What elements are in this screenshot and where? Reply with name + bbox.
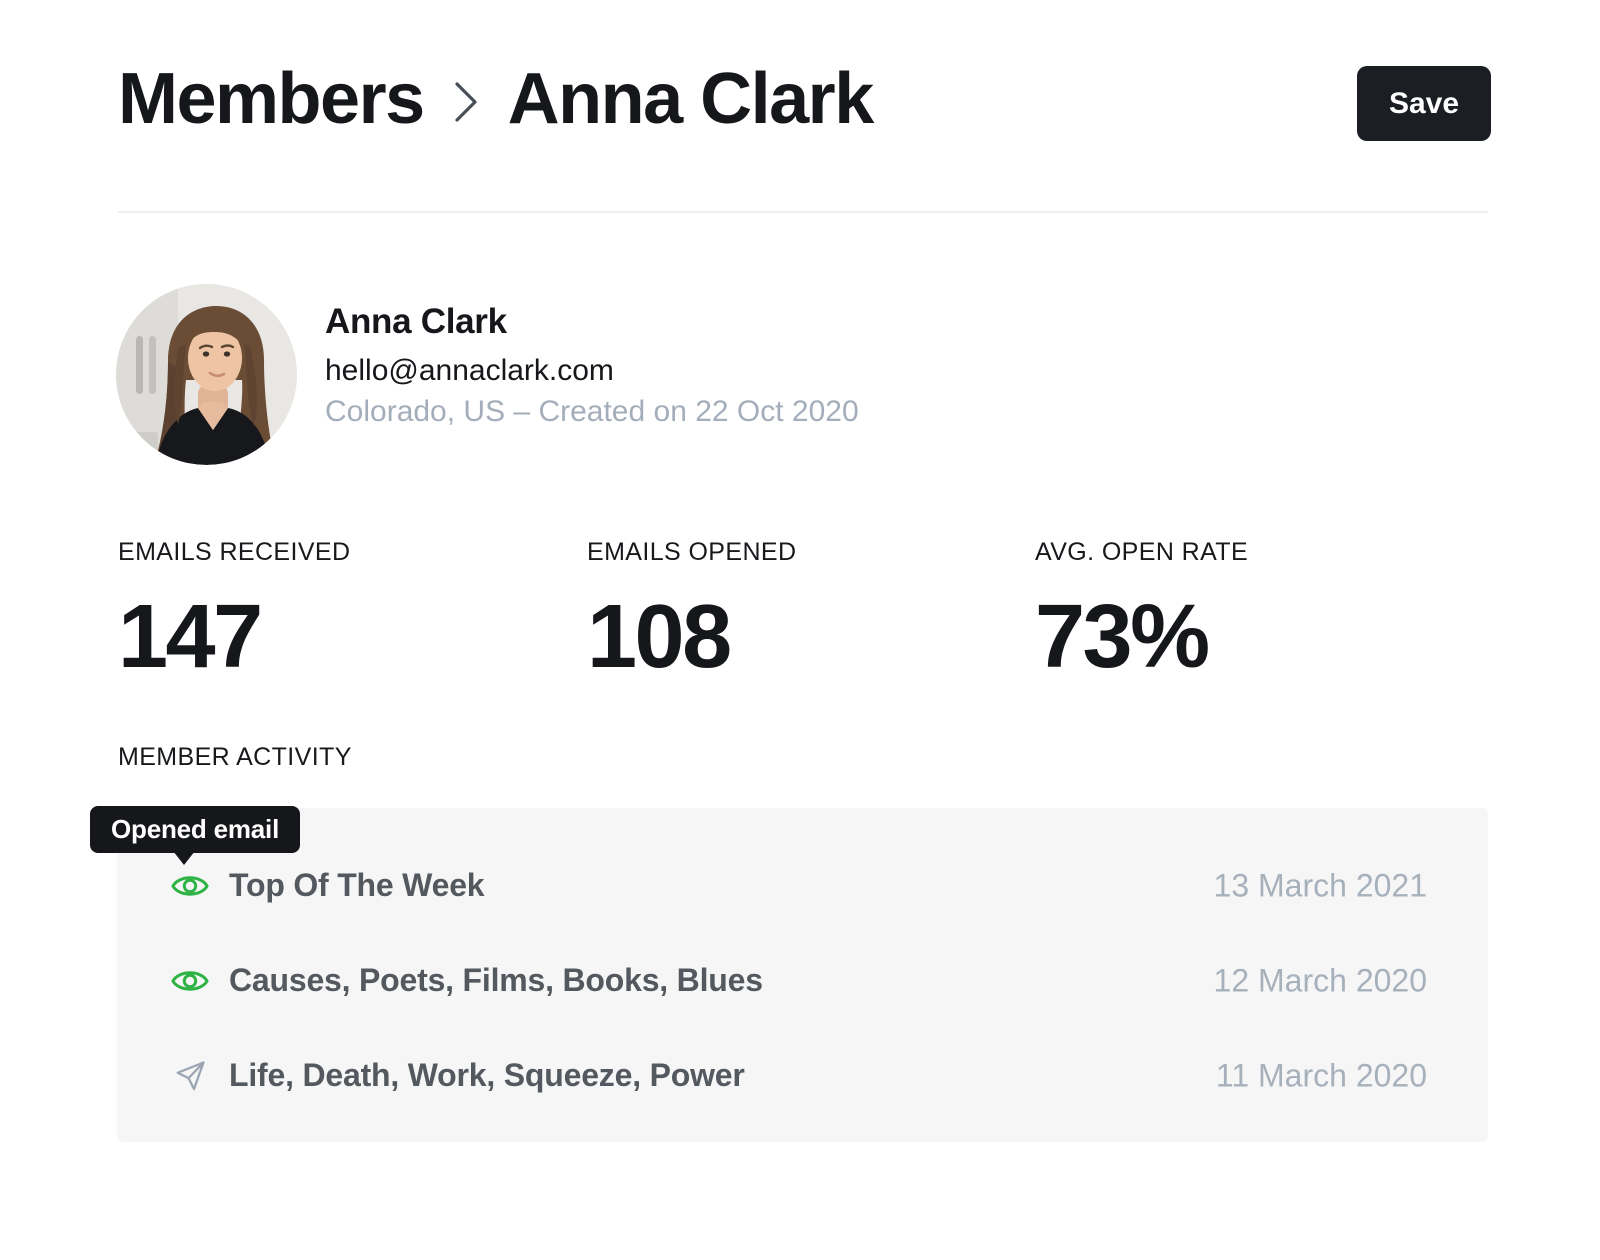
activity-title: Life, Death, Work, Squeeze, Power xyxy=(229,1057,745,1094)
activity-date: 11 March 2020 xyxy=(1216,1057,1427,1094)
opened-email-tooltip: Opened email xyxy=(90,806,300,853)
activity-panel: Top Of The Week 13 March 2021 Causes, Po… xyxy=(117,808,1488,1142)
stat-label: AVG. OPEN RATE xyxy=(1035,540,1248,565)
tooltip-label: Opened email xyxy=(111,814,279,845)
activity-row-sent: Life, Death, Work, Squeeze, Power 11 Mar… xyxy=(117,1028,1488,1123)
stat-label: EMAILS RECEIVED xyxy=(118,540,350,565)
header-divider xyxy=(118,211,1488,213)
breadcrumb-current: Anna Clark xyxy=(508,58,873,141)
activity-row-opened-2: Causes, Poets, Films, Books, Blues 12 Ma… xyxy=(117,933,1488,1028)
stat-avg-open-rate: AVG. OPEN RATE 73% xyxy=(1035,540,1248,682)
stat-emails-received: EMAILS RECEIVED 147 xyxy=(118,540,350,682)
send-icon xyxy=(171,1059,209,1093)
activity-title: Causes, Poets, Films, Books, Blues xyxy=(229,962,763,999)
tooltip-arrow-icon xyxy=(173,851,195,865)
member-detail-page: Members Anna Clark Save xyxy=(0,0,1600,1260)
stat-label: EMAILS OPENED xyxy=(587,540,796,565)
stat-value: 108 xyxy=(587,592,796,682)
eye-icon xyxy=(171,872,209,900)
activity-date: 12 March 2020 xyxy=(1214,962,1427,999)
member-email: hello@annaclark.com xyxy=(325,351,614,390)
avatar-photo xyxy=(116,284,297,465)
stat-value: 73% xyxy=(1035,592,1248,682)
chevron-right-icon xyxy=(452,78,480,126)
member-name: Anna Clark xyxy=(325,300,507,344)
activity-title: Top Of The Week xyxy=(229,867,484,904)
member-activity-heading: MEMBER ACTIVITY xyxy=(118,743,352,772)
save-button[interactable]: Save xyxy=(1357,66,1491,141)
member-meta: Colorado, US – Created on 22 Oct 2020 xyxy=(325,392,859,431)
breadcrumb-members-link[interactable]: Members xyxy=(118,58,424,141)
avatar xyxy=(116,284,297,465)
activity-row-opened-1: Top Of The Week 13 March 2021 xyxy=(117,838,1488,933)
activity-date: 13 March 2021 xyxy=(1214,867,1427,904)
breadcrumb: Members Anna Clark xyxy=(118,58,873,141)
eye-icon xyxy=(171,967,209,995)
stat-value: 147 xyxy=(118,592,350,682)
stat-emails-opened: EMAILS OPENED 108 xyxy=(587,540,796,682)
